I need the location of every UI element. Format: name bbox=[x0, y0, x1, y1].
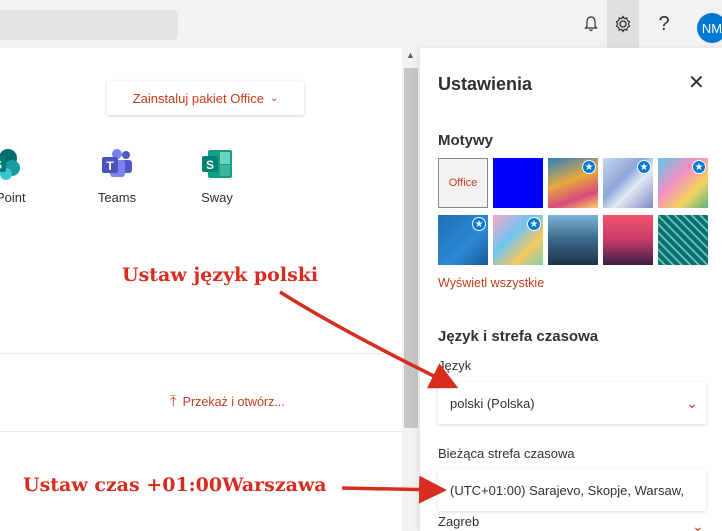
timezone-value: (UTC+01:00) Sarajevo, Skopje, Warsaw, bbox=[450, 482, 684, 498]
install-office-button[interactable]: Zainstaluj pakiet Office ⌄ bbox=[107, 81, 304, 115]
theme-mountains[interactable] bbox=[548, 215, 598, 265]
divider bbox=[0, 353, 402, 354]
app-sharepoint[interactable]: S rePoint bbox=[0, 148, 40, 205]
themes-title: Motywy bbox=[438, 132, 494, 149]
theme-office-label: Office bbox=[448, 177, 478, 189]
star-icon: ★ bbox=[582, 160, 596, 174]
annotation-set-language: Ustaw język polski bbox=[122, 264, 319, 286]
language-section-title: Język i strefa czasowa bbox=[438, 328, 599, 345]
star-icon: ★ bbox=[637, 160, 651, 174]
language-value: polski (Polska) bbox=[450, 395, 535, 411]
bell-icon[interactable] bbox=[577, 10, 605, 38]
scrollbar-thumb[interactable] bbox=[404, 68, 418, 428]
settings-panel: Ustawienia ✕ Motywy Office ★ ★ ★ ★ ★ Wyś… bbox=[420, 48, 722, 531]
theme-circuit-green[interactable] bbox=[658, 215, 708, 265]
install-office-label: Zainstaluj pakiet Office bbox=[132, 90, 264, 106]
language-label: Język bbox=[438, 358, 472, 373]
theme-silver[interactable]: ★ bbox=[603, 158, 653, 208]
svg-text:T: T bbox=[106, 159, 114, 173]
sharepoint-icon: S bbox=[0, 149, 20, 180]
scroll-up-icon[interactable]: ▲ bbox=[406, 50, 415, 60]
star-icon: ★ bbox=[692, 160, 706, 174]
help-icon[interactable]: ? bbox=[650, 10, 678, 38]
timezone-value-cont: Zagreb bbox=[438, 514, 480, 529]
app-sway[interactable]: S Sway bbox=[182, 148, 252, 205]
annotation-set-timezone: Ustaw czas +01:00Warszawa bbox=[23, 474, 327, 496]
sway-icon: S bbox=[202, 150, 232, 178]
show-all-themes-link[interactable]: Wyświetl wszystkie bbox=[438, 276, 544, 290]
divider bbox=[0, 431, 402, 432]
close-icon[interactable]: ✕ bbox=[688, 70, 705, 95]
timezone-dropdown[interactable]: (UTC+01:00) Sarajevo, Skopje, Warsaw, bbox=[438, 469, 706, 511]
theme-circuit-blue[interactable]: ★ bbox=[438, 215, 488, 265]
chevron-down-icon: ⌄ bbox=[269, 92, 279, 104]
theme-colorful[interactable]: ★ bbox=[548, 158, 598, 208]
upload-label: Przekaż i otwórz... bbox=[182, 394, 285, 409]
svg-text:S: S bbox=[206, 158, 214, 172]
panel-title: Ustawienia bbox=[438, 74, 533, 94]
chevron-down-icon: ⌄ bbox=[686, 394, 698, 411]
chevron-down-icon: ⌄ bbox=[692, 518, 704, 531]
app-label: rePoint bbox=[0, 190, 26, 205]
app-label: Sway bbox=[201, 190, 233, 205]
theme-blue[interactable] bbox=[493, 158, 543, 208]
app-teams[interactable]: T Teams bbox=[82, 148, 152, 205]
timezone-label: Bieżąca strefa czasowa bbox=[438, 446, 575, 461]
theme-rainbow[interactable]: ★ bbox=[658, 158, 708, 208]
upload-open-link[interactable]: ⤒ Przekaż i otwórz... bbox=[170, 393, 285, 410]
search-box[interactable] bbox=[0, 10, 178, 40]
teams-icon: T bbox=[102, 149, 132, 177]
star-icon: ★ bbox=[472, 217, 486, 231]
theme-office[interactable]: Office bbox=[438, 158, 488, 208]
upload-arrow-icon: ⤒ bbox=[170, 393, 177, 410]
top-bar: ? NM bbox=[0, 0, 722, 48]
theme-pattern[interactable]: ★ bbox=[493, 215, 543, 265]
main-pane: Zainstaluj pakiet Office ⌄ S rePoint T T… bbox=[0, 48, 402, 531]
language-dropdown[interactable]: polski (Polska) ⌄ bbox=[438, 382, 706, 424]
theme-sunset[interactable] bbox=[603, 215, 653, 265]
gear-icon[interactable] bbox=[607, 0, 639, 48]
svg-text:S: S bbox=[0, 158, 2, 172]
star-icon: ★ bbox=[527, 217, 541, 231]
app-label: Teams bbox=[97, 190, 137, 205]
avatar[interactable]: NM bbox=[697, 13, 722, 43]
